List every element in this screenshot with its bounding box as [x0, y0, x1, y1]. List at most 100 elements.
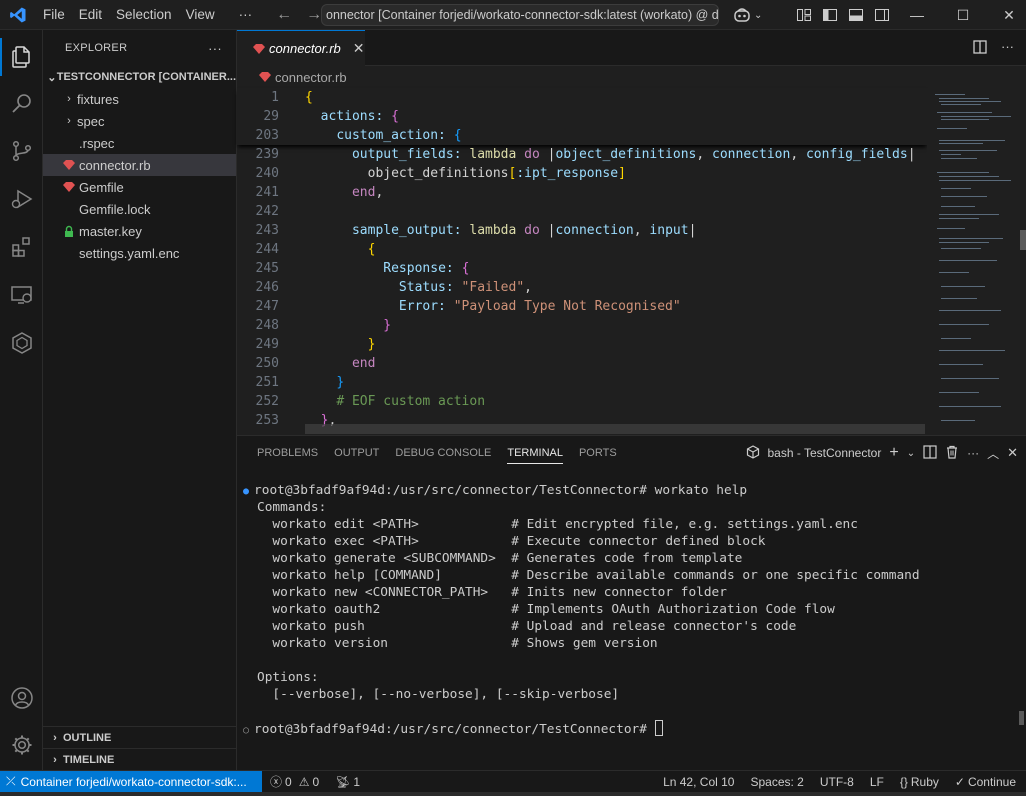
run-debug-icon[interactable] [0, 176, 43, 222]
close-window-icon[interactable]: ✕ [986, 0, 1026, 30]
ports-status[interactable]: 📡︎ 1 [327, 775, 368, 789]
cursor-position[interactable]: Ln 42, Col 10 [655, 775, 742, 789]
timeline-section[interactable]: › TIMELINE [43, 748, 237, 770]
tree-item-settings[interactable]: settings.yaml.enc [43, 242, 236, 264]
workspace-root[interactable]: ⌄ TESTCONNECTOR [CONTAINER... [43, 66, 236, 88]
close-icon[interactable]: ✕ [353, 40, 365, 57]
terminal-output[interactable]: ● root@3bfadf9af94d:/usr/src/connector/Te… [243, 482, 920, 737]
maximize-panel-icon[interactable]: ︿ [987, 445, 999, 462]
minimap[interactable] [927, 88, 1026, 435]
back-arrow-icon[interactable]: ← [271, 6, 297, 24]
line-number: 243 [255, 223, 279, 238]
terminal-scrollbar[interactable] [1019, 711, 1024, 725]
horizontal-scrollbar[interactable] [305, 424, 925, 434]
language-mode[interactable]: {} Ruby [892, 775, 947, 789]
add-terminal-icon[interactable]: + [889, 444, 898, 462]
split-terminal-icon[interactable] [923, 444, 937, 462]
tab-output[interactable]: OUTPUT [334, 436, 379, 471]
explorer-icon[interactable] [0, 34, 43, 80]
code-editor[interactable]: 1{ 29 actions: { 203 custom_action: { 23… [237, 88, 927, 435]
toggle-secondary-sidebar-icon[interactable] [870, 3, 894, 27]
source-control-icon[interactable] [0, 128, 43, 174]
vertical-scrollbar[interactable] [1020, 230, 1026, 250]
tree-item-connector-rb[interactable]: connector.rb [43, 154, 236, 176]
tree-item-label: Gemfile.lock [79, 201, 151, 217]
terminal-line: workato version # Shows gem version [257, 636, 658, 651]
outline-section[interactable]: › OUTLINE [43, 726, 237, 748]
bottom-panel: PROBLEMS OUTPUT DEBUG CONSOLE TERMINAL P… [237, 435, 1026, 770]
manage-gear-icon[interactable] [0, 722, 43, 768]
more-actions-icon[interactable]: ··· [967, 446, 979, 460]
chevron-right-icon: › [67, 115, 71, 127]
copilot-icon[interactable] [730, 3, 754, 27]
outline-label: OUTLINE [63, 731, 112, 744]
chevron-down-icon[interactable]: ⌄ [754, 10, 762, 21]
tree-item-gemfile-lock[interactable]: Gemfile.lock [43, 198, 236, 220]
terminal-line: Options: [257, 670, 319, 685]
workspace-root-label: TESTCONNECTOR [CONTAINER... [56, 71, 236, 83]
indentation[interactable]: Spaces: 2 [742, 775, 811, 789]
more-actions-icon[interactable]: ··· [1001, 40, 1014, 57]
terminal-name[interactable]: bash - TestConnector [768, 446, 882, 460]
command-pending-icon: ○ [243, 725, 250, 736]
tab-ports[interactable]: PORTS [579, 436, 617, 471]
tree-item-rspec[interactable]: .rspec [43, 132, 236, 154]
ruby-file-icon [61, 179, 77, 195]
terminal-line: workato new <CONNECTOR_PATH> # Inits new… [257, 585, 727, 600]
tree-item-gemfile[interactable]: Gemfile [43, 176, 236, 198]
account-icon[interactable] [0, 675, 43, 721]
tab-connector-rb[interactable]: connector.rb ✕ [237, 30, 365, 66]
maximize-icon[interactable]: ☐ [940, 0, 986, 30]
chevron-down-icon[interactable]: ⌄ [907, 448, 915, 459]
line-number: 248 [255, 318, 279, 333]
line-number: 244 [255, 242, 279, 257]
braces-icon: {} [899, 774, 908, 789]
remote-indicator[interactable]: ⤫ Container forjedi/workato-connector-sd… [0, 770, 262, 793]
window-bottom-edge [0, 792, 1026, 796]
menu-selection[interactable]: Selection [109, 0, 179, 30]
tab-terminal[interactable]: TERMINAL [507, 436, 563, 471]
line-number: 242 [255, 204, 279, 219]
line-number: 251 [255, 375, 279, 390]
containers-icon[interactable] [0, 320, 43, 366]
continue-status[interactable]: ✓ Continue [947, 775, 1026, 789]
menu-edit[interactable]: Edit [72, 0, 109, 30]
more-actions-icon[interactable]: ··· [208, 41, 222, 56]
problems-status[interactable]: ⓧ 0 ⚠ 0 [262, 773, 327, 790]
menu-file[interactable]: File [36, 0, 72, 30]
terminal-line: workato generate <SUBCOMMAND> # Generate… [257, 551, 743, 566]
trash-icon[interactable] [945, 445, 959, 462]
tab-debug-console[interactable]: DEBUG CONSOLE [395, 436, 491, 471]
split-editor-icon[interactable] [973, 40, 987, 57]
tree-item-fixtures[interactable]: › fixtures [43, 88, 236, 110]
command-center[interactable]: onnector [Container forjedi/workato-conn… [321, 4, 719, 26]
terminal-line: root@3bfadf9af94d:/usr/src/connector/Tes… [254, 483, 748, 498]
toggle-panel-icon[interactable] [844, 3, 868, 27]
menu-more[interactable]: ··· [232, 0, 260, 30]
customize-layout-icon[interactable] [792, 3, 816, 27]
copilot-area: ⌄ [730, 0, 762, 30]
line-number: 250 [255, 356, 279, 371]
minimize-icon[interactable]: — [894, 0, 940, 30]
sticky-scroll: 1{ 29 actions: { 203 custom_action: { [237, 88, 927, 145]
terminal-prompt: root@3bfadf9af94d:/usr/src/connector/Tes… [254, 722, 655, 737]
encoding[interactable]: UTF-8 [812, 775, 862, 789]
tree-item-master-key[interactable]: master.key [43, 220, 236, 242]
extensions-icon[interactable] [0, 224, 43, 270]
tree-item-spec[interactable]: › spec [43, 110, 236, 132]
close-panel-icon[interactable]: ✕ [1007, 445, 1018, 461]
remote-icon: ⤫ [6, 774, 16, 788]
line-number: 252 [255, 394, 279, 409]
terminal-line: workato push # Upload and release connec… [257, 619, 797, 634]
toggle-sidebar-icon[interactable] [818, 3, 842, 27]
breadcrumb[interactable]: connector.rb [237, 66, 1026, 88]
explorer-title: EXPLORER [65, 42, 128, 54]
search-icon[interactable] [0, 80, 43, 126]
end-of-line[interactable]: LF [862, 775, 892, 789]
tree-item-label: Gemfile [79, 179, 124, 195]
remote-explorer-icon[interactable] [0, 272, 43, 318]
menu-view[interactable]: View [179, 0, 222, 30]
tab-problems[interactable]: PROBLEMS [257, 436, 318, 471]
line-number: 245 [255, 261, 279, 276]
